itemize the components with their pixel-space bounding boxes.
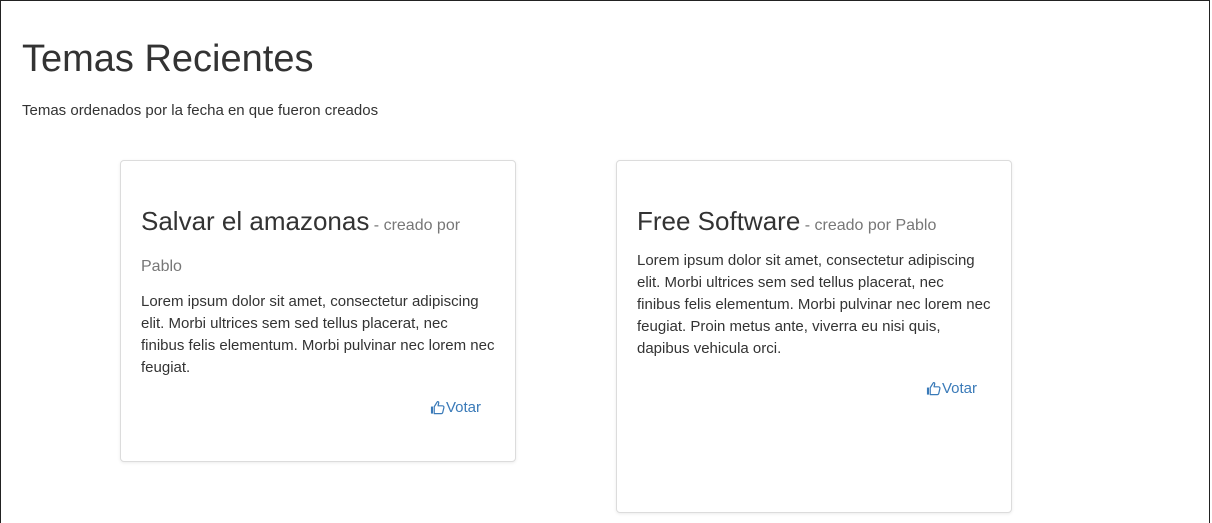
page-title: Temas Recientes	[22, 38, 314, 80]
page-subtitle: Temas ordenados por la fecha en que fuer…	[22, 102, 379, 119]
topic-card: Salvar el amazonas - creado por Pablo Lo…	[120, 160, 516, 462]
vote-row: Votar	[637, 380, 991, 401]
topic-heading: Salvar el amazonas - creado por Pablo	[141, 203, 495, 285]
vote-button[interactable]: Votar	[926, 380, 977, 397]
vote-row: Votar	[141, 399, 495, 420]
topic-body: Lorem ipsum dolor sit amet, consectetur …	[637, 252, 991, 357]
topic-card: Free Software - creado por Pablo Lorem i…	[616, 160, 1012, 513]
topic-title: Salvar el amazonas	[141, 206, 370, 236]
topic-heading: Free Software - creado por Pablo	[637, 203, 991, 244]
vote-button[interactable]: Votar	[430, 399, 481, 416]
vote-label: Votar	[941, 380, 977, 397]
thumbs-up-icon	[430, 401, 445, 415]
vote-label: Votar	[445, 399, 481, 416]
topic-body: Lorem ipsum dolor sit amet, consectetur …	[141, 293, 495, 376]
topic-title: Free Software	[637, 206, 801, 236]
thumbs-up-icon	[926, 382, 941, 396]
topic-author: - creado por Pablo	[800, 217, 937, 234]
